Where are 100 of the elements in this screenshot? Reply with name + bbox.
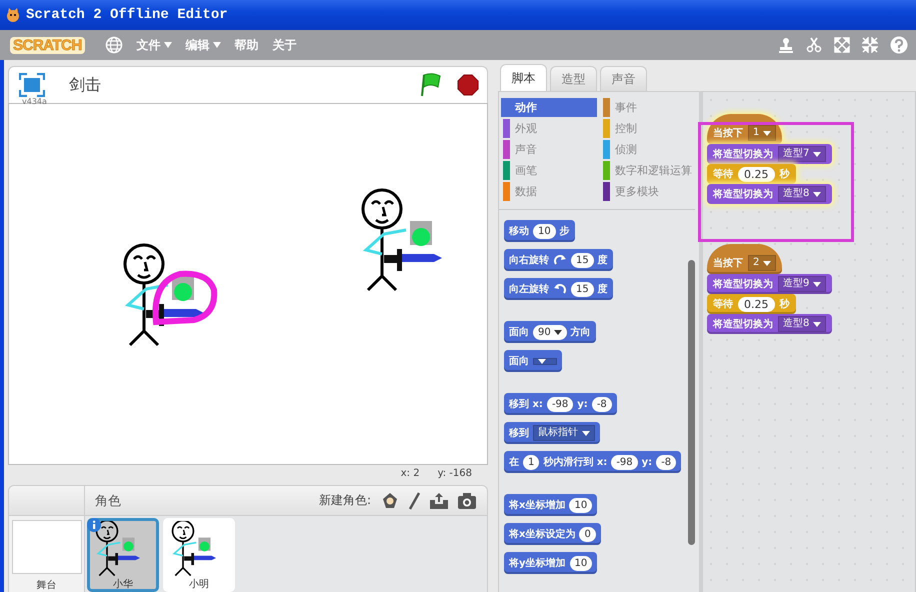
block-label: 面向: [509, 326, 529, 339]
tab[interactable]: 脚本: [500, 64, 547, 91]
grow-icon[interactable]: [834, 37, 850, 53]
mouse-y-readout: y: -168: [438, 468, 472, 478]
dropdown-field[interactable]: 造型8: [778, 186, 826, 202]
code-block[interactable]: 在 1 秒内滑行到 x: -98 y: -8: [504, 451, 682, 473]
sprite-name: 小明: [189, 578, 209, 591]
number-input[interactable]: 0.25: [738, 296, 774, 312]
fullscreen-icon[interactable]: [19, 73, 45, 97]
number-input[interactable]: 10: [570, 556, 592, 570]
code-block[interactable]: 将造型切换为 造型8: [707, 184, 832, 204]
block-label: 在: [509, 456, 519, 469]
window-title: Scratch 2 Offline Editor: [26, 7, 228, 23]
code-block[interactable]: 将x坐标增加 10: [504, 494, 598, 516]
block-label: 向左旋转: [509, 282, 549, 296]
code-block[interactable]: 将造型切换为 造型7: [707, 144, 832, 164]
new-sprite-label: 新建角色:: [318, 492, 371, 509]
code-block[interactable]: 等待 0.25 秒: [707, 164, 796, 184]
block-label: 将造型切换为: [713, 318, 773, 331]
scissors-icon[interactable]: [806, 37, 822, 53]
caret-icon: [813, 152, 822, 156]
project-title: 剑击: [69, 74, 102, 96]
code-block[interactable]: 当按下 1: [707, 114, 782, 144]
block-label: 步: [560, 224, 570, 238]
number-input[interactable]: -98: [611, 454, 638, 470]
number-input[interactable]: 1: [523, 454, 540, 470]
cat-app-icon: [6, 8, 20, 22]
number-input[interactable]: -8: [592, 396, 612, 412]
code-block[interactable]: 移到 x: -98 y: -8: [504, 393, 617, 415]
number-input[interactable]: -98: [546, 396, 574, 412]
globe-icon[interactable]: [104, 36, 123, 54]
block-label: 度: [598, 253, 608, 267]
dropdown-field[interactable]: 2: [748, 255, 776, 271]
dropdown-field[interactable]: 造型7: [778, 146, 826, 162]
code-block[interactable]: 将y坐标增加 10: [504, 552, 598, 574]
stage-thumbnail[interactable]: [12, 520, 82, 574]
number-input[interactable]: 0.25: [738, 166, 774, 182]
number-input[interactable]: -8: [656, 454, 676, 470]
tab[interactable]: 造型: [550, 66, 597, 91]
paintbrush-icon[interactable]: [407, 492, 421, 510]
caret-icon: [813, 322, 822, 326]
tab[interactable]: 声音: [600, 66, 647, 91]
block-label: 将造型切换为: [713, 148, 773, 161]
code-block[interactable]: 将造型切换为 造型9: [707, 274, 832, 294]
sprite-tile[interactable]: 小华: [87, 518, 159, 592]
number-input[interactable]: 15: [571, 252, 594, 268]
dropdown-field[interactable]: 造型9: [778, 276, 826, 292]
block-label: 方向: [570, 325, 591, 339]
dropdown-field[interactable]: 造型8: [778, 316, 826, 332]
sprites-title: 角色: [95, 492, 121, 510]
shrink-icon[interactable]: [862, 37, 878, 53]
block-label: 将造型切换为: [713, 278, 773, 291]
sprite-name: 小华: [113, 578, 133, 591]
dropdown-field[interactable]: [533, 358, 557, 364]
stamp-icon[interactable]: [778, 37, 794, 53]
code-block[interactable]: 移到 鼠标指针: [504, 422, 600, 444]
block-label: 等待: [713, 298, 733, 311]
stop-icon[interactable]: [457, 74, 479, 96]
code-block[interactable]: 向右旋转 15 度: [504, 249, 613, 271]
code-block[interactable]: 将造型切换为 造型8: [707, 314, 832, 334]
number-dropdown[interactable]: 90: [533, 324, 567, 340]
block-label: 秒: [780, 298, 790, 311]
block-label: 秒内滑行到 x:: [543, 456, 608, 469]
block-label: 移到: [509, 426, 529, 440]
code-block[interactable]: 等待 0.25 秒: [707, 294, 796, 314]
block-label: 度: [598, 282, 608, 296]
dropdown-field[interactable]: 1: [748, 125, 776, 141]
sprite-tile[interactable]: 小明: [163, 518, 235, 592]
code-block[interactable]: 当按下 2: [707, 244, 782, 274]
block-label: y:: [577, 398, 588, 410]
flag-icon[interactable]: [421, 73, 443, 97]
stage-label: 舞台: [36, 578, 56, 592]
block-label: 秒: [780, 168, 790, 181]
scratch-logo: SCRATCH: [10, 36, 85, 54]
upload-icon[interactable]: [429, 492, 449, 510]
number-input[interactable]: 10: [533, 224, 556, 238]
caret-icon: [763, 130, 772, 136]
code-block[interactable]: 面向 90 方向: [504, 321, 596, 343]
number-input[interactable]: 15: [571, 282, 594, 296]
info-icon[interactable]: [87, 518, 101, 532]
category-item[interactable]: 动作: [501, 98, 597, 117]
block-label: 面向: [509, 354, 529, 368]
caret-icon: [538, 358, 546, 364]
block-label: 当按下: [713, 126, 743, 140]
camera-icon[interactable]: [457, 492, 477, 510]
character-icon[interactable]: [381, 492, 399, 510]
code-block[interactable]: 移动 10 步: [504, 220, 575, 242]
number-input[interactable]: 10: [569, 498, 592, 512]
scrollbar[interactable]: [688, 260, 695, 545]
help-icon[interactable]: [890, 36, 908, 54]
code-block[interactable]: 向左旋转 15 度: [504, 278, 613, 300]
block-label: 将x坐标增加: [509, 498, 566, 512]
block-label: 将x坐标设定为: [509, 527, 576, 541]
code-block[interactable]: 将x坐标设定为 0: [504, 523, 601, 545]
code-block[interactable]: 面向: [504, 350, 562, 372]
number-input[interactable]: 0: [579, 526, 596, 542]
block-label: 移动: [509, 224, 529, 238]
block-label: 移到 x:: [509, 398, 543, 411]
caret-icon: [763, 260, 772, 266]
dropdown-field[interactable]: 鼠标指针: [533, 425, 595, 441]
